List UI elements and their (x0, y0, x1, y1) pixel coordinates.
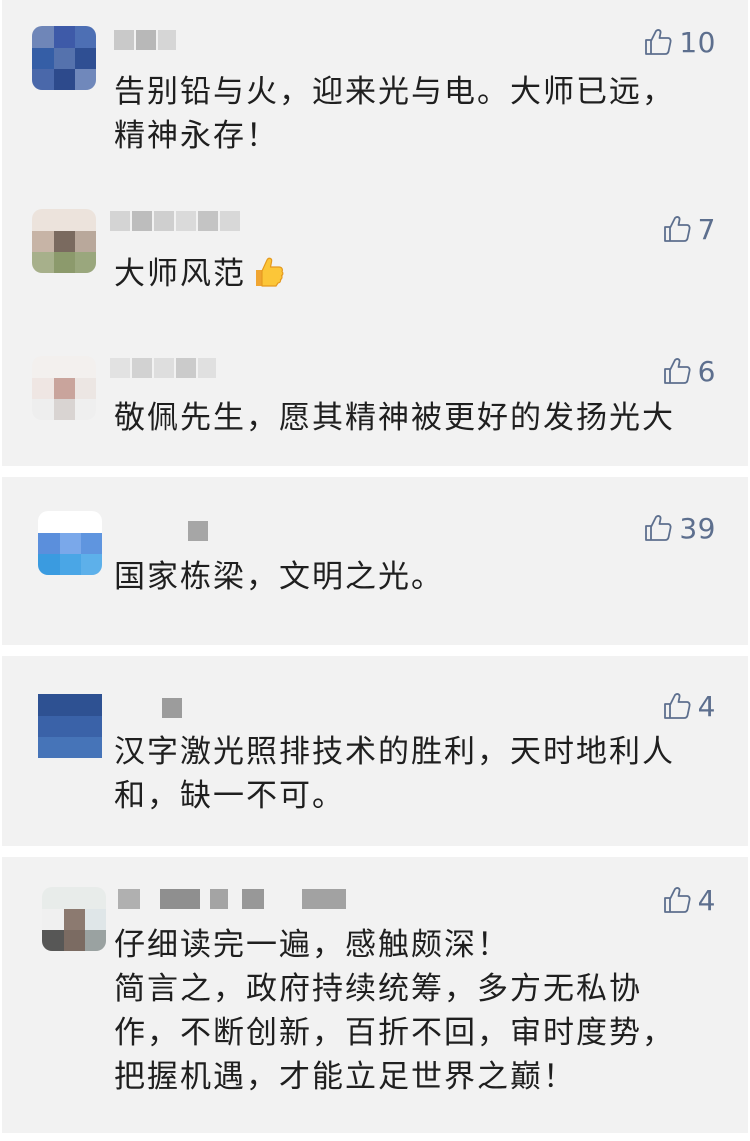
nickname-pixelated[interactable] (188, 521, 210, 541)
comment-text: 大师风范 (114, 252, 718, 302)
avatar[interactable] (38, 694, 102, 758)
comment-feed: 10 告别铅与火，迎来光与电。大师已远， 精神永存！ 7 大师风范 6 敬佩先生… (0, 0, 750, 1141)
comment-card: 4 汉字激光照排技术的胜利，天时地利人 和，缺一不可。 (2, 656, 748, 846)
like-button[interactable]: 4 (662, 883, 716, 917)
like-icon (662, 214, 692, 244)
comment-item: 39 国家栋梁，文明之光。 (2, 477, 748, 645)
like-count: 6 (697, 354, 716, 388)
like-count: 39 (679, 511, 716, 545)
comment-line: 国家栋梁，文明之光。 (114, 559, 444, 595)
comment-card: 4 仔细读完一遍，感触颇深！ 简言之，政府持续统筹，多方无私协 作，不断创新，百… (2, 857, 748, 1133)
like-icon (662, 356, 692, 386)
nickname-pixelated[interactable] (110, 211, 242, 231)
comment-text: 仔细读完一遍，感触颇深！ 简言之，政府持续统筹，多方无私协 作，不断创新，百折不… (114, 923, 718, 1099)
like-button[interactable]: 10 (643, 25, 716, 59)
comment-line: 简言之，政府持续统筹，多方无私协 (114, 971, 642, 1007)
avatar[interactable] (42, 887, 106, 951)
comment-line: 仔细读完一遍，感触颇深！ (114, 927, 510, 963)
comment-line: 和，缺一不可。 (114, 778, 345, 814)
nickname-pixelated[interactable] (114, 30, 184, 50)
like-icon (662, 691, 692, 721)
comment-line: 把握机遇，才能立足世界之巅！ (114, 1059, 576, 1095)
like-icon (662, 885, 692, 915)
nickname-pixelated[interactable] (162, 698, 184, 718)
avatar[interactable] (32, 26, 96, 90)
comment-item: 10 告别铅与火，迎来光与电。大师已远， 精神永存！ (2, 0, 748, 180)
comment-text: 汉字激光照排技术的胜利，天时地利人 和，缺一不可。 (114, 730, 718, 818)
comment-item: 7 大师风范 (2, 195, 748, 325)
nickname-pixelated[interactable] (118, 889, 348, 909)
like-button[interactable]: 4 (662, 689, 716, 723)
comment-text: 国家栋梁，文明之光。 (114, 555, 718, 599)
avatar[interactable] (32, 356, 96, 420)
comment-line: 告别铅与火，迎来光与电。大师已远， (114, 74, 675, 110)
thumbs-up-emoji-icon (250, 254, 286, 302)
like-icon (643, 27, 673, 57)
like-icon (643, 513, 673, 543)
like-button[interactable]: 39 (643, 511, 716, 545)
avatar[interactable] (32, 209, 96, 273)
comment-text: 告别铅与火，迎来光与电。大师已远， 精神永存！ (114, 70, 718, 158)
comment-item: 4 汉字激光照排技术的胜利，天时地利人 和，缺一不可。 (2, 656, 748, 846)
comment-item: 4 仔细读完一遍，感触颇深！ 简言之，政府持续统筹，多方无私协 作，不断创新，百… (2, 857, 748, 1133)
comment-line: 大师风范 (114, 256, 246, 292)
comment-item: 6 敬佩先生，愿其精神被更好的发扬光大 (2, 340, 748, 460)
avatar[interactable] (38, 511, 102, 575)
like-count: 10 (679, 25, 716, 59)
like-button[interactable]: 6 (662, 354, 716, 388)
nickname-pixelated[interactable] (110, 358, 220, 378)
comment-card: 10 告别铅与火，迎来光与电。大师已远， 精神永存！ 7 大师风范 6 敬佩先生… (2, 0, 748, 466)
comment-line: 汉字激光照排技术的胜利，天时地利人 (114, 734, 675, 770)
comment-line: 敬佩先生，愿其精神被更好的发扬光大 (114, 400, 675, 436)
comment-text: 敬佩先生，愿其精神被更好的发扬光大 (114, 396, 718, 440)
comment-line: 精神永存！ (114, 118, 279, 154)
comment-line: 作，不断创新，百折不回，审时度势， (114, 1015, 675, 1051)
like-count: 4 (697, 689, 716, 723)
like-button[interactable]: 7 (662, 212, 716, 246)
like-count: 4 (697, 883, 716, 917)
like-count: 7 (697, 212, 716, 246)
comment-card: 39 国家栋梁，文明之光。 (2, 477, 748, 645)
